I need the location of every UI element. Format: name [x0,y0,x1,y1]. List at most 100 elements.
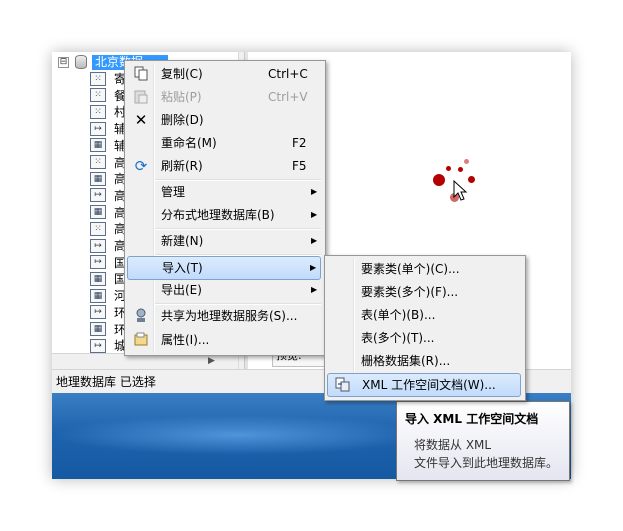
tooltip: 导入 XML 工作空间文档 将数据从 XML 文件导入到此地理数据库。 [396,401,570,481]
menu-item-paste: 粘贴(P) Ctrl+V [127,86,321,108]
menu-item-manage[interactable]: 管理 ▶ [127,181,321,203]
submenu-arrow-icon: ▶ [310,263,317,272]
line-feature-class-icon: ↦ [90,188,106,203]
menu-item-label: 粘贴(P) [161,90,202,104]
menu-item-label: XML 工作空间文档(W)... [362,378,496,392]
menu-item-label: 共享为地理数据服务(S)... [161,309,298,323]
menu-item-label: 表(单个)(B)... [361,308,436,322]
line-feature-class-icon: ↦ [90,121,106,136]
menu-item-shortcut: F5 [292,159,307,173]
menu-item-label: 分布式地理数据库(B) [161,208,275,222]
tree-item[interactable]: ↦ 辅 [90,120,128,137]
menu-item-label: 要素类(单个)(C)... [361,262,460,276]
menu-item-label: 重命名(M) [161,136,217,150]
menu-item-label: 复制(C) [161,67,203,81]
tree-item[interactable]: ↦ 高 [90,237,128,254]
delete-icon: ✕ [134,111,148,129]
tree-item[interactable]: ▦ 辅 [90,137,128,154]
point-feature-class-icon: ⁙ [90,104,106,119]
menu-item-label: 要素类(多个)(F)... [361,285,459,299]
raster-feature-class-icon: ▦ [90,322,106,336]
line-feature-class-icon: ↦ [90,305,106,320]
tree-item[interactable]: ⁙ 村 [90,103,128,120]
tooltip-body-line: 将数据从 XML [414,438,492,452]
raster-feature-class-icon: ▦ [90,171,106,186]
menu-item-export[interactable]: 导出(E) ▶ [127,279,321,301]
menu-item-label: 刷新(R) [161,159,203,173]
submenu-arrow-icon: ▶ [311,210,318,219]
tooltip-body-line: 文件导入到此地理数据库。 [414,456,559,470]
busy-indicator-dot [446,166,451,171]
tree-item[interactable]: ↦ 城 [90,337,128,354]
menu-item-label: 导出(E) [161,283,202,297]
submenu-item-table-multiple[interactable]: 表(多个)(T)... [327,327,521,349]
refresh-icon: ⟳ [134,157,148,175]
scroll-right-icon[interactable]: ▶ [208,356,215,366]
tree-item[interactable]: ↦ 高 [90,187,128,204]
copy-icon [133,66,149,82]
menu-item-label: 管理 [161,185,186,199]
tree-item[interactable]: ⁙ 高 [90,154,128,171]
tree-item[interactable]: ▦ 国 [90,270,128,287]
point-feature-class-icon: ⁙ [90,71,106,86]
share-service-icon [133,308,149,324]
xml-import-icon [334,377,350,393]
line-feature-class-icon: ↦ [90,338,106,353]
raster-feature-class-icon: ▦ [90,288,106,303]
tree-item[interactable]: ⁙ 高 [90,220,128,237]
context-menu: 复制(C) Ctrl+C 粘贴(P) Ctrl+V ✕ 删除(D) 重命名(M)… [124,60,326,356]
mouse-cursor-icon [453,180,468,201]
tooltip-body: 将数据从 XML 文件导入到此地理数据库。 [414,436,566,472]
submenu-item-table-single[interactable]: 表(单个)(B)... [327,304,521,326]
submenu-item-feature-class-single[interactable]: 要素类(单个)(C)... [327,258,521,280]
menu-item-rename[interactable]: 重命名(M) F2 [127,132,321,154]
tree-item[interactable]: ▦ 环 [90,321,128,338]
menu-item-shortcut: Ctrl+C [268,67,308,81]
point-feature-class-icon: ⁙ [90,155,106,169]
menu-item-distributed-geodatabase[interactable]: 分布式地理数据库(B) ▶ [127,204,321,226]
menu-item-new[interactable]: 新建(N) ▶ [127,230,321,252]
point-feature-class-icon: ⁙ [90,88,106,103]
raster-feature-class-icon: ▦ [90,205,106,220]
tooltip-title: 导入 XML 工作空间文档 [405,412,539,426]
tree-item[interactable]: ▦ 高 [90,204,128,221]
submenu-item-raster-dataset[interactable]: 栅格数据集(R)... [327,350,521,372]
menu-item-copy[interactable]: 复制(C) Ctrl+C [127,63,321,85]
menu-item-delete[interactable]: ✕ 删除(D) [127,109,321,131]
menu-item-label: 栅格数据集(R)... [361,354,451,368]
menu-item-import[interactable]: 导入(T) ▶ [127,256,321,280]
menu-item-shortcut: F2 [292,136,307,150]
menu-item-label: 属性(I)... [161,333,210,347]
tree-item[interactable]: ▦ 河 [90,287,128,304]
menu-item-label: 新建(N) [161,234,204,248]
paste-icon [133,89,149,105]
tree-item[interactable]: ↦ 国 [90,254,128,271]
menu-item-refresh[interactable]: ⟳ 刷新(R) F5 [127,155,321,177]
geodatabase-icon [75,55,87,69]
tree-item[interactable]: ↦ 环 [90,304,128,321]
busy-indicator-dot [458,167,463,172]
busy-indicator-dot [468,176,475,183]
submenu-arrow-icon: ▶ [311,236,318,245]
submenu-arrow-icon: ▶ [311,187,318,196]
tree-item[interactable]: ⁙ 寄 [90,70,128,87]
menu-item-label: 表(多个)(T)... [361,331,435,345]
busy-indicator-dot [464,159,469,164]
menu-item-properties[interactable]: 属性(I)... [127,329,321,351]
menu-item-shortcut: Ctrl+V [268,90,308,104]
line-feature-class-icon: ↦ [90,238,106,253]
menu-item-share-as-service[interactable]: 共享为地理数据服务(S)... [127,305,321,327]
tree-item[interactable]: ▦ 高 [90,170,128,187]
point-feature-class-icon: ⁙ [90,221,106,236]
busy-indicator-dot [433,174,445,186]
collapse-icon[interactable]: ⊟ [58,56,69,68]
menu-item-label: 导入(T) [162,261,203,275]
tree-item[interactable]: ⁙ 餐 [90,87,128,104]
submenu-item-xml-workspace-document[interactable]: XML 工作空间文档(W)... [327,373,521,397]
menu-item-label: 删除(D) [161,113,204,127]
line-feature-class-icon: ↦ [90,255,106,270]
import-submenu: 要素类(单个)(C)... 要素类(多个)(F)... 表(单个)(B)... … [324,255,526,401]
properties-icon [133,332,149,348]
submenu-item-feature-class-multiple[interactable]: 要素类(多个)(F)... [327,281,521,303]
raster-feature-class-icon: ▦ [90,271,106,286]
